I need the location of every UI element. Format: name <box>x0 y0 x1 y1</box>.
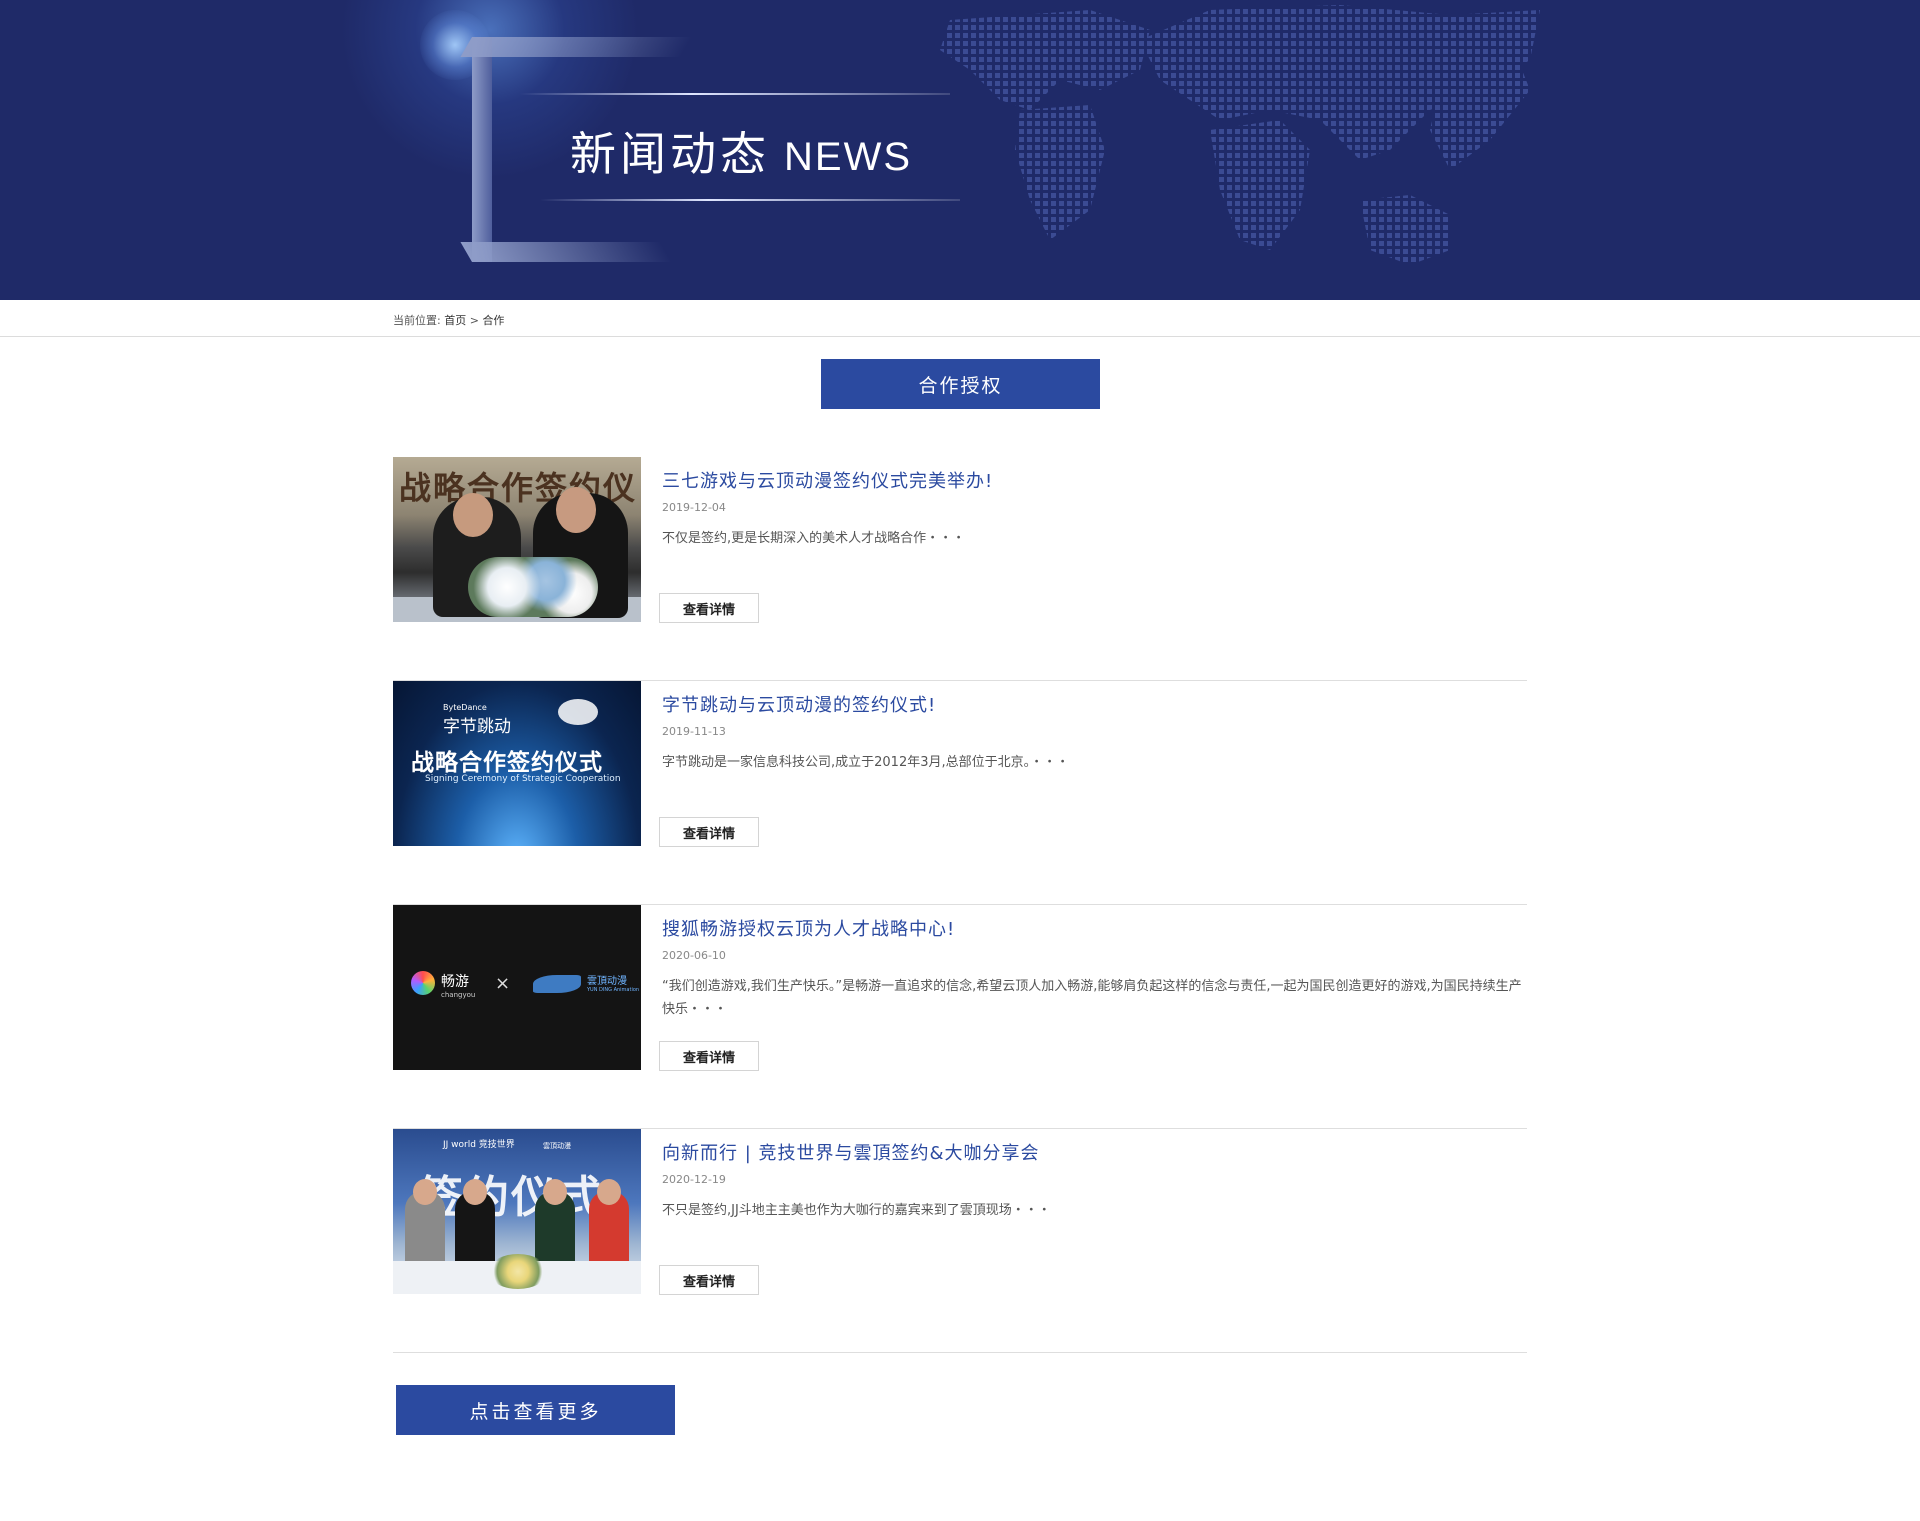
thumb-right-brand: 雲頂动漫 YUN DING Animation <box>587 972 639 993</box>
news-summary: 不仅是签约,更是长期深入的美术人才战略合作・・・ <box>662 531 966 546</box>
page-title-en: NEWS <box>784 135 912 179</box>
thumb-person-head <box>463 1179 487 1205</box>
thumb-flowers <box>468 557 598 617</box>
thumb-brand-cn: 字节跳动 <box>443 717 511 737</box>
news-thumbnail[interactable]: ByteDance 字节跳动 战略合作签约仪式 Signing Ceremony… <box>393 681 641 846</box>
news-title-link[interactable]: 字节跳动与云顶动漫的签约仪式! <box>662 691 936 717</box>
thumb-person-head <box>543 1179 567 1205</box>
view-details-button[interactable]: 查看详情 <box>659 1041 759 1071</box>
thumb-header-right: 雲頂动漫 <box>543 1142 571 1150</box>
breadcrumb-bar: 当前位置: 首页 > 合作 <box>0 300 1920 337</box>
page-title: 新闻动态 NEWS <box>570 118 912 184</box>
view-details-button[interactable]: 查看详情 <box>659 817 759 847</box>
news-item: JJ world 竞技世界 雲頂动漫 签约仪式 向新而行 | 竞技世界与雲頂签约… <box>393 1129 1527 1353</box>
news-date: 2019-11-13 <box>662 725 726 738</box>
thumb-left-cn: 畅游 <box>441 974 469 990</box>
view-details-button[interactable]: 查看详情 <box>659 593 759 623</box>
news-summary: 字节跳动是一家信息科技公司,成立于2012年3月,总部位于北京。・・・ <box>662 755 1070 770</box>
thumb-sub-text: Signing Ceremony of Strategic Cooperatio… <box>425 774 621 784</box>
yunding-logo-icon <box>533 975 581 993</box>
load-more-button[interactable]: 点击查看更多 <box>396 1385 675 1435</box>
yunding-logo <box>558 699 598 725</box>
news-thumbnail[interactable]: 战略合作签约仪 <box>393 457 641 622</box>
news-item: 畅游 changyou × 雲頂动漫 YUN DING Animation 搜狐… <box>393 905 1527 1129</box>
thumb-brand: ByteDance 字节跳动 <box>443 703 511 737</box>
breadcrumb-label: 当前位置: <box>393 314 441 327</box>
changyou-logo-icon <box>411 971 435 995</box>
banner-frame-bottom <box>460 242 672 262</box>
news-summary: 不只是签约,JJ斗地主主美也作为大咖行的嘉宾来到了雲頂现场・・・ <box>662 1203 1051 1218</box>
news-title-link[interactable]: 搜狐畅游授权云顶为人才战略中心! <box>662 915 955 941</box>
thumb-person-head <box>453 493 493 537</box>
banner-frame-left <box>472 37 492 262</box>
thumb-left-en: changyou <box>441 991 476 999</box>
breadcrumb: 当前位置: 首页 > 合作 <box>393 312 504 328</box>
news-date: 2019-12-04 <box>662 501 726 514</box>
section-tab-cooperation[interactable]: 合作授权 <box>821 359 1100 409</box>
breadcrumb-separator: > <box>469 314 479 327</box>
news-thumbnail[interactable]: 畅游 changyou × 雲頂动漫 YUN DING Animation <box>393 905 641 1070</box>
hero-banner: 新闻动态 NEWS <box>0 0 1920 300</box>
news-summary: “我们创造游戏,我们生产快乐。”是畅游一直追求的信念,希望云顶人加入畅游,能够肩… <box>662 979 1522 1017</box>
breadcrumb-home-link[interactable]: 首页 <box>444 314 466 327</box>
news-thumbnail[interactable]: JJ world 竞技世界 雲頂动漫 签约仪式 <box>393 1129 641 1294</box>
thumb-person-head <box>597 1179 621 1205</box>
banner-line-bottom <box>540 199 960 201</box>
news-item: 战略合作签约仪 三七游戏与云顶动漫签约仪式完美举办! 2019-12-04 不仅… <box>393 457 1527 681</box>
thumb-right-cn: 雲頂动漫 <box>587 976 627 987</box>
breadcrumb-current[interactable]: 合作 <box>482 314 504 327</box>
thumb-left-brand: 畅游 changyou <box>441 971 475 999</box>
thumb-person-head <box>413 1179 437 1205</box>
news-title-link[interactable]: 向新而行 | 竞技世界与雲頂签约&大咖分享会 <box>662 1139 1040 1165</box>
banner-frame-top <box>460 37 692 57</box>
thumb-times-sign: × <box>495 973 511 994</box>
thumb-brand-en: ByteDance <box>443 703 487 712</box>
banner-line-top <box>520 93 950 95</box>
news-date: 2020-06-10 <box>662 949 726 962</box>
world-map-dots <box>940 5 1540 265</box>
view-details-button[interactable]: 查看详情 <box>659 1265 759 1295</box>
thumb-big-text: 签约仪式 <box>419 1172 603 1223</box>
thumb-flowers <box>488 1254 548 1289</box>
thumb-header-left: JJ world 竞技世界 <box>443 1140 515 1150</box>
thumb-main-text: 战略合作签约仪式 <box>411 750 603 776</box>
thumb-person-head <box>556 487 596 533</box>
news-item: ByteDance 字节跳动 战略合作签约仪式 Signing Ceremony… <box>393 681 1527 905</box>
thumb-right-en: YUN DING Animation <box>587 987 640 993</box>
news-date: 2020-12-19 <box>662 1173 726 1186</box>
news-title-link[interactable]: 三七游戏与云顶动漫签约仪式完美举办! <box>662 467 993 493</box>
page-title-cn: 新闻动态 <box>570 127 770 181</box>
